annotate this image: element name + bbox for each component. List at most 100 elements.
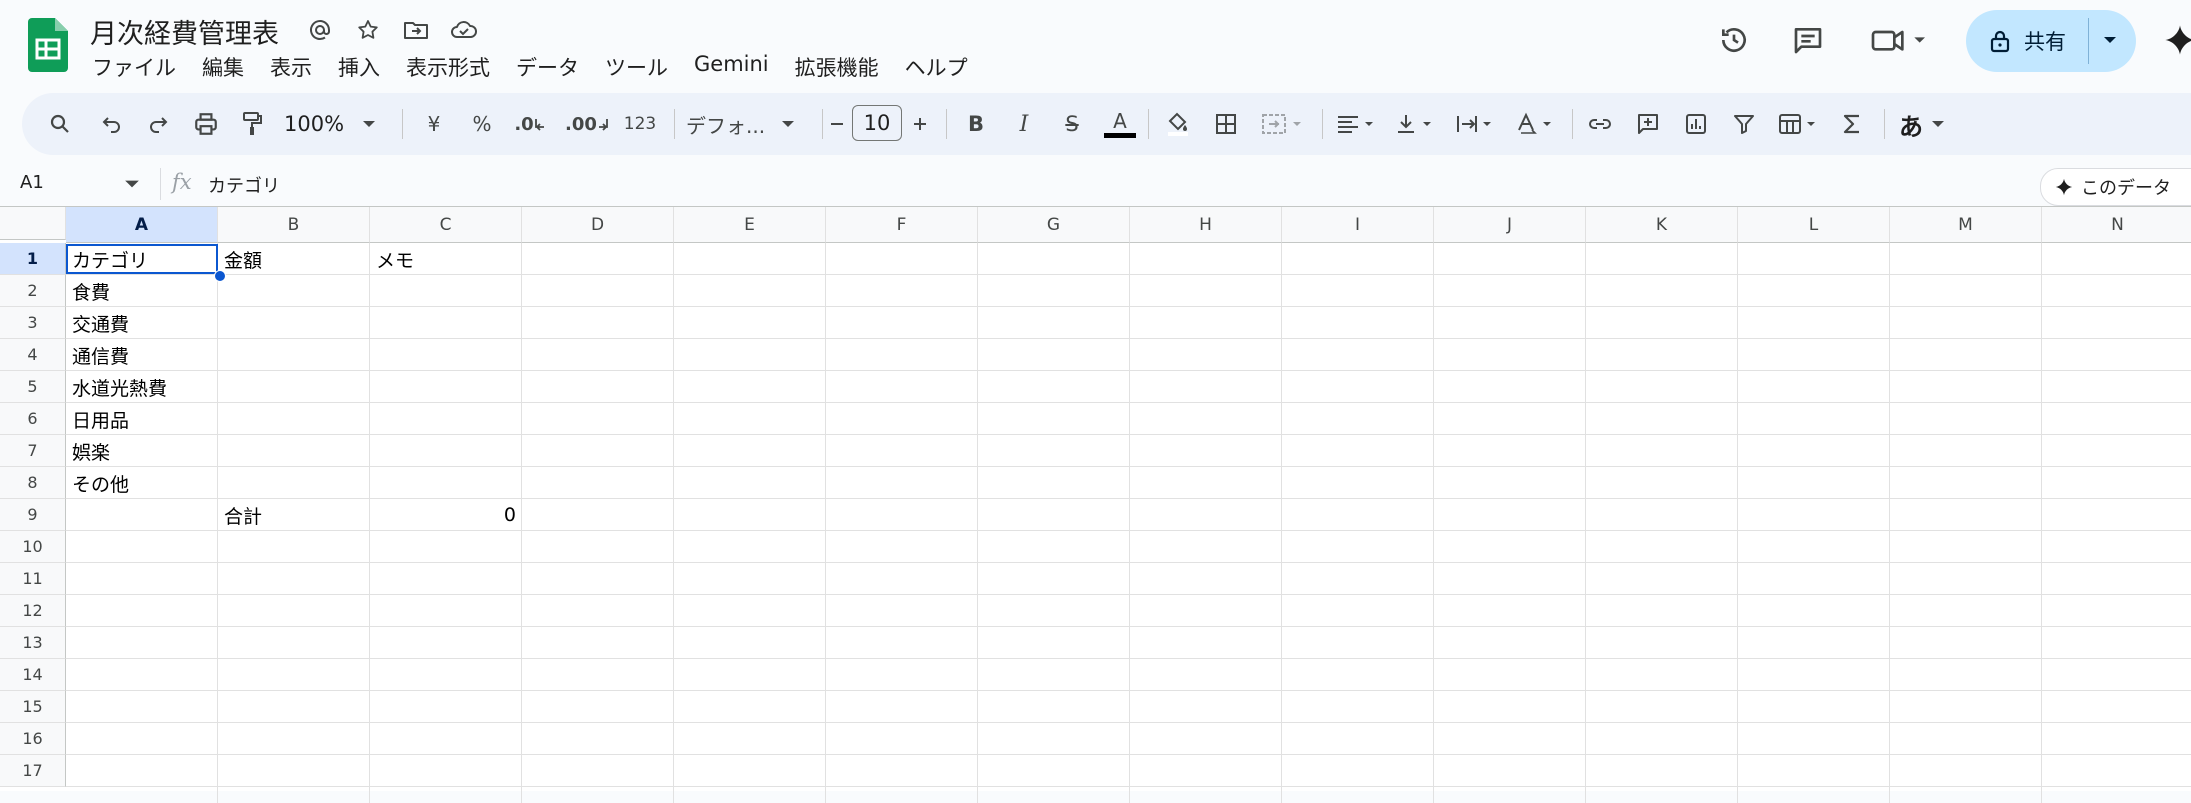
- font-size-input[interactable]: 10: [852, 105, 902, 141]
- menu-insert[interactable]: 挿入: [338, 52, 380, 82]
- column-header-a[interactable]: A: [66, 207, 218, 243]
- column-header-j[interactable]: J: [1434, 207, 1586, 243]
- fill-handle[interactable]: [214, 270, 226, 282]
- decrease-font-size-icon[interactable]: [822, 93, 852, 155]
- cell-c1[interactable]: メモ: [370, 243, 522, 275]
- cell-a7[interactable]: 娯楽: [66, 435, 218, 467]
- menu-extensions[interactable]: 拡張機能: [795, 52, 879, 82]
- format-currency-button[interactable]: ¥: [414, 93, 454, 155]
- menu-data[interactable]: データ: [516, 52, 579, 82]
- column-header-l[interactable]: L: [1738, 207, 1890, 243]
- input-tools-button[interactable]: あ: [1892, 93, 1952, 155]
- font-family-select[interactable]: デフォ...: [686, 93, 816, 155]
- zoom-select[interactable]: 100%: [284, 93, 384, 155]
- cell-b9[interactable]: 合計: [218, 499, 370, 531]
- row-header-4[interactable]: 4: [0, 339, 66, 371]
- row-header-13[interactable]: 13: [0, 627, 66, 659]
- text-rotation-icon[interactable]: [1510, 93, 1566, 155]
- row-header-6[interactable]: 6: [0, 403, 66, 435]
- row-header-5[interactable]: 5: [0, 371, 66, 403]
- column-header-m[interactable]: M: [1890, 207, 2042, 243]
- column-header-b[interactable]: B: [218, 207, 370, 243]
- create-filter-icon[interactable]: [1724, 93, 1764, 155]
- insert-chart-icon[interactable]: [1676, 93, 1716, 155]
- filter-views-icon[interactable]: [1772, 93, 1828, 155]
- cloud-saved-icon[interactable]: [448, 14, 480, 46]
- row-header-1[interactable]: 1: [0, 243, 66, 275]
- cell-a6[interactable]: 日用品: [66, 403, 218, 435]
- print-icon[interactable]: [186, 93, 226, 155]
- column-header-n[interactable]: N: [2042, 207, 2191, 243]
- formula-input[interactable]: カテゴリ: [208, 172, 280, 198]
- search-menus-icon[interactable]: [40, 93, 80, 155]
- row-header-14[interactable]: 14: [0, 659, 66, 691]
- italic-button[interactable]: I: [1004, 93, 1044, 155]
- share-dropdown-icon[interactable]: [2102, 34, 2118, 46]
- increase-decimal-places-button[interactable]: .00: [562, 93, 612, 155]
- menu-tools[interactable]: ツール: [605, 52, 668, 82]
- row-header-7[interactable]: 7: [0, 435, 66, 467]
- menu-view[interactable]: 表示: [270, 52, 312, 82]
- vertical-align-icon[interactable]: [1390, 93, 1446, 155]
- select-all-corner[interactable]: [0, 207, 66, 240]
- column-header-h[interactable]: H: [1130, 207, 1282, 243]
- merge-cells-icon[interactable]: [1254, 93, 1314, 155]
- undo-icon[interactable]: [92, 93, 132, 155]
- column-header-g[interactable]: G: [978, 207, 1130, 243]
- paint-format-icon[interactable]: [232, 93, 272, 155]
- increase-font-size-icon[interactable]: [902, 93, 938, 155]
- row-header-10[interactable]: 10: [0, 531, 66, 563]
- explore-data-button[interactable]: このデータ: [2040, 168, 2191, 206]
- row-header-3[interactable]: 3: [0, 307, 66, 339]
- cell-a8[interactable]: その他: [66, 467, 218, 499]
- column-header-f[interactable]: F: [826, 207, 978, 243]
- column-header-d[interactable]: D: [522, 207, 674, 243]
- strikethrough-button[interactable]: S: [1052, 93, 1092, 155]
- redo-icon[interactable]: [138, 93, 178, 155]
- comments-icon[interactable]: [1786, 18, 1830, 62]
- cell-a2[interactable]: 食費: [66, 275, 218, 307]
- meet-video-icon[interactable]: [1866, 18, 1936, 62]
- row-header-17[interactable]: 17: [0, 755, 66, 787]
- more-formats-button[interactable]: 123: [620, 93, 660, 155]
- borders-icon[interactable]: [1206, 93, 1246, 155]
- row-header-11[interactable]: 11: [0, 563, 66, 595]
- row-header-2[interactable]: 2: [0, 275, 66, 307]
- cell-a4[interactable]: 通信費: [66, 339, 218, 371]
- horizontal-align-icon[interactable]: [1330, 93, 1386, 155]
- row-header-16[interactable]: 16: [0, 723, 66, 755]
- row-header-9[interactable]: 9: [0, 499, 66, 531]
- menu-help[interactable]: ヘルプ: [905, 52, 968, 82]
- fill-color-icon[interactable]: [1158, 93, 1198, 155]
- format-percent-button[interactable]: %: [462, 93, 502, 155]
- column-header-c[interactable]: C: [370, 207, 522, 243]
- cell-b1[interactable]: 金額: [218, 243, 370, 275]
- name-box[interactable]: A1: [20, 172, 44, 193]
- cell-a5[interactable]: 水道光熱費: [66, 371, 218, 403]
- row-header-15[interactable]: 15: [0, 691, 66, 723]
- cell-c9[interactable]: 0: [370, 499, 522, 531]
- functions-icon[interactable]: [1832, 93, 1872, 155]
- name-box-dropdown-icon[interactable]: [124, 178, 140, 190]
- insert-link-icon[interactable]: [1580, 93, 1620, 155]
- spreadsheet-grid[interactable]: ABCDEFGHIJKLMN 1 2 3 4 5 6 7 8 9 10 11 12 13 14 15 16 17…: [0, 206, 2191, 803]
- menu-gemini[interactable]: Gemini: [694, 52, 769, 82]
- menu-file[interactable]: ファイル: [92, 52, 176, 82]
- decrease-decimal-places-button[interactable]: .0: [508, 93, 552, 155]
- version-history-icon[interactable]: [1712, 18, 1756, 62]
- column-header-i[interactable]: I: [1282, 207, 1434, 243]
- star-icon[interactable]: [352, 14, 384, 46]
- bold-button[interactable]: B: [956, 93, 996, 155]
- column-header-e[interactable]: E: [674, 207, 826, 243]
- gemini-sparkle-icon[interactable]: [2158, 18, 2191, 62]
- set-email-notifications-icon[interactable]: [304, 14, 336, 46]
- row-header-12[interactable]: 12: [0, 595, 66, 627]
- column-header-k[interactable]: K: [1586, 207, 1738, 243]
- google-sheets-logo-icon[interactable]: [28, 18, 68, 72]
- document-title[interactable]: 月次経費管理表: [90, 12, 279, 51]
- text-color-button[interactable]: A: [1100, 93, 1140, 155]
- text-wrapping-icon[interactable]: [1450, 93, 1506, 155]
- insert-comment-icon[interactable]: [1628, 93, 1668, 155]
- share-button[interactable]: 共有: [1966, 10, 2136, 72]
- menu-format[interactable]: 表示形式: [406, 52, 490, 82]
